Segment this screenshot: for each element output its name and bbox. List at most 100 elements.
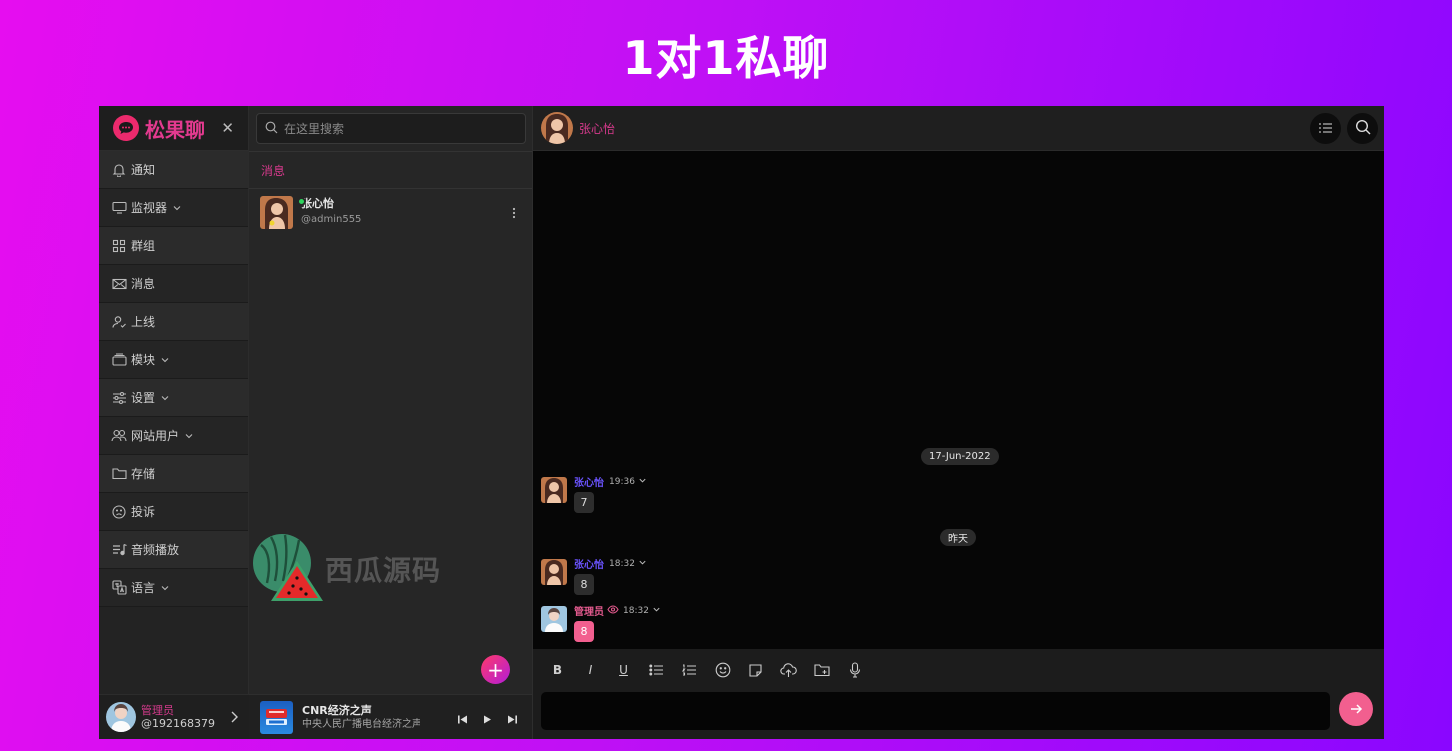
message-bubble[interactable]: 7: [574, 492, 594, 513]
chevron-down-icon[interactable]: [652, 605, 661, 617]
sidebar-item-groups[interactable]: 群组: [99, 227, 248, 265]
sidebar-item-label: 投诉: [131, 505, 156, 519]
message-time: 18:32: [609, 558, 635, 569]
sidebar-item-settings[interactable]: 设置: [99, 379, 248, 417]
message: 张心怡 18:32 8: [541, 559, 646, 595]
user-id: @192168379: [141, 716, 215, 730]
sidebar-item-label: 音频播放: [131, 543, 180, 557]
sidebar-item-online[interactable]: 上线: [99, 303, 248, 341]
chevron-down-icon: [160, 393, 170, 403]
sidebar-item-audio[interactable]: 音频播放: [99, 531, 248, 569]
folder-plus-icon[interactable]: [812, 661, 831, 680]
folder-icon: [110, 465, 128, 483]
avatar: [541, 477, 567, 503]
users-icon: [110, 427, 128, 445]
current-user-bar[interactable]: 管理员 @192168379: [99, 694, 249, 739]
online-status-dot: [297, 196, 306, 206]
sidebar-item-modules[interactable]: 模块: [99, 341, 248, 379]
watermark-text: 西瓜源码: [325, 554, 442, 587]
chat-header: 张心怡: [533, 106, 1384, 151]
user-check-icon: [110, 313, 128, 331]
sidebar-item-notifications[interactable]: 通知: [99, 151, 248, 189]
grid-icon: [110, 237, 128, 255]
search-input[interactable]: [284, 121, 504, 136]
avatar[interactable]: [541, 112, 573, 144]
underline-button[interactable]: U: [614, 661, 633, 680]
bullet-list-icon[interactable]: [647, 661, 666, 680]
avatar: [541, 606, 567, 632]
avatar: [260, 195, 293, 229]
sad-face-icon: [110, 503, 128, 521]
banner-title: 1对1私聊: [622, 31, 830, 85]
skip-forward-icon[interactable]: [507, 710, 518, 729]
chat-panel: 张心怡 17-Jun-2022 张心怡 19:36 7 昨天 张心怡 18:32…: [533, 106, 1384, 739]
player-title: CNR经济之声: [302, 703, 372, 717]
list-icon: [1318, 119, 1333, 138]
search-icon: [265, 119, 278, 138]
search-chat-button[interactable]: [1347, 113, 1378, 144]
microphone-icon[interactable]: [845, 661, 864, 680]
date-separator: 昨天: [940, 529, 976, 546]
radio-station-logo: [260, 700, 293, 734]
message-sender: 张心怡: [574, 478, 604, 489]
sliders-icon: [110, 389, 128, 407]
date-separator: 17-Jun-2022: [921, 448, 999, 465]
chat-bubble-logo-icon: [113, 115, 139, 141]
list-view-button[interactable]: [1310, 113, 1341, 144]
plus-icon: +: [487, 657, 504, 682]
player-subtitle: 中央人民广播电台经济之声: [302, 718, 420, 730]
message-sender: 管理员: [574, 607, 604, 618]
chevron-down-icon: [160, 355, 170, 365]
play-icon[interactable]: [482, 710, 493, 729]
list-item[interactable]: 张心怡 @admin555: [249, 192, 532, 232]
sidebar-item-monitor[interactable]: 监视器: [99, 189, 248, 227]
chevron-down-icon: [184, 431, 194, 441]
sidebar-item-label: 设置: [131, 391, 156, 405]
message-input[interactable]: [541, 692, 1330, 730]
message-bubble[interactable]: 8: [574, 574, 594, 595]
message-bubble[interactable]: 8: [574, 621, 594, 642]
brand-name: 松果聊: [145, 117, 205, 142]
new-chat-button[interactable]: +: [481, 655, 510, 684]
monitor-icon: [110, 199, 128, 217]
emoji-icon[interactable]: [713, 661, 732, 680]
search-box[interactable]: [256, 113, 526, 144]
sidebar-item-label: 通知: [131, 163, 156, 177]
sidebar-item-label: 模块: [131, 353, 156, 367]
chevron-right-icon[interactable]: [229, 709, 239, 728]
sidebar-item-messages[interactable]: 消息: [99, 265, 248, 303]
chevron-down-icon: [160, 583, 170, 593]
chat-contact-name: 张心怡: [579, 121, 616, 136]
avatar: [541, 559, 567, 585]
italic-button[interactable]: I: [581, 661, 600, 680]
sidebar-item-site-users[interactable]: 网站用户: [99, 417, 248, 455]
skip-back-icon[interactable]: [457, 710, 468, 729]
close-sidebar-icon[interactable]: ✕: [221, 119, 234, 137]
chevron-down-icon[interactable]: [638, 558, 647, 570]
send-button[interactable]: [1339, 692, 1373, 726]
audio-player: CNR经济之声 中央人民广播电台经济之声: [249, 694, 532, 739]
sidebar-item-label: 上线: [131, 315, 156, 329]
sidebar-item-label: 网站用户: [131, 429, 180, 443]
sidebar-nav: 通知 监视器 群组 消息 上线 模块 设置 网站用户 存储 投诉 音频播放 语言: [99, 151, 248, 607]
sidebar-item-label: 群组: [131, 239, 156, 253]
sidebar-item-language[interactable]: 语言: [99, 569, 248, 607]
arrow-right-icon: [1350, 700, 1363, 719]
message: 管理员 18:32 8: [541, 604, 660, 642]
chevron-down-icon: [172, 203, 182, 213]
numbered-list-icon[interactable]: [680, 661, 699, 680]
user-name: 管理员: [141, 703, 174, 717]
sidebar-item-complaints[interactable]: 投诉: [99, 493, 248, 531]
chevron-down-icon[interactable]: [638, 476, 647, 488]
upload-cloud-icon[interactable]: [779, 661, 798, 680]
layers-icon: [110, 351, 128, 369]
more-vertical-icon[interactable]: [512, 204, 516, 223]
eye-icon: [607, 604, 619, 617]
sticker-icon[interactable]: [746, 661, 765, 680]
bold-button[interactable]: B: [548, 661, 567, 680]
message-time: 18:32: [623, 605, 649, 616]
sidebar-item-storage[interactable]: 存储: [99, 455, 248, 493]
avatar: [106, 702, 136, 732]
conversation-list-panel: 消息 张心怡 @admin555 西瓜源码 +: [249, 106, 533, 739]
formatting-toolbar: B I U: [533, 649, 1384, 691]
